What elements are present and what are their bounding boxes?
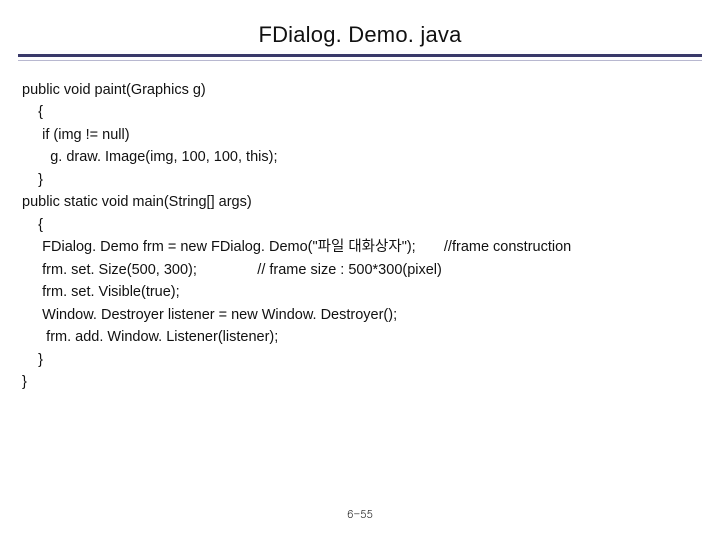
title-area: FDialog. Demo. java <box>0 0 720 48</box>
code-listing: public void paint(Graphics g) { if (img … <box>22 79 698 394</box>
page-number: 6-55 <box>0 507 720 522</box>
slide-title: FDialog. Demo. java <box>258 22 461 48</box>
title-underline <box>18 54 702 61</box>
slide: FDialog. Demo. java public void paint(Gr… <box>0 0 720 540</box>
